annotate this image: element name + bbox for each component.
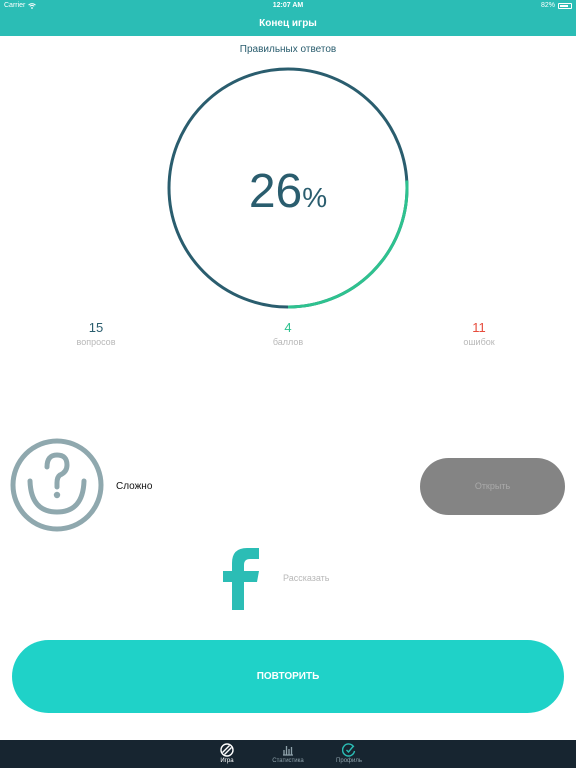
facebook-icon[interactable] [222,548,262,610]
stat-points-value: 4 [284,320,292,335]
result-title: Правильных ответов [239,44,337,55]
open-button[interactable]: Открыть [420,458,565,515]
percent-display: 26% [168,164,408,219]
difficulty-label: Сложно [116,481,153,492]
percent-value: 26 [248,165,303,218]
battery-group: 82% [541,2,572,9]
stats-icon [283,746,293,756]
clock: 12:07 AM [272,2,304,9]
stat-questions: 15 вопросов [36,320,156,347]
profile-icon [342,743,356,757]
tab-statistics[interactable]: Статистика [258,743,318,764]
stat-points-label: баллов [272,337,304,347]
stat-questions-value: 15 [88,320,104,335]
battery-icon [558,2,572,9]
share-label[interactable]: Рассказать [283,573,330,583]
page-title: Конец игры [259,18,317,29]
percent-sign: % [302,182,328,213]
tab-profile-label: Профиль [336,758,362,764]
ball-icon [220,743,234,757]
battery-fill [560,4,569,7]
tab-statistics-label: Статистика [272,758,304,764]
nav-bar: Конец игры [0,14,576,36]
question-smiley-icon [10,438,104,532]
stat-errors-label: ошибок [463,337,495,347]
stat-errors: 11 ошибок [419,320,539,347]
stat-questions-label: вопросов [76,337,116,347]
status-bar: Carrier 12:07 AM 82% [0,0,576,14]
repeat-button[interactable]: ПОВТОРИТЬ [12,640,564,713]
tab-profile[interactable]: Профиль [319,743,379,764]
tab-bar: Игра Статистика Профиль [0,740,576,768]
battery-percent: 82% [540,2,555,9]
stat-errors-value: 11 [472,320,486,335]
tab-game-label: Игра [220,758,234,764]
tab-game[interactable]: Игра [197,743,257,764]
stat-points: 4 баллов [228,320,348,347]
